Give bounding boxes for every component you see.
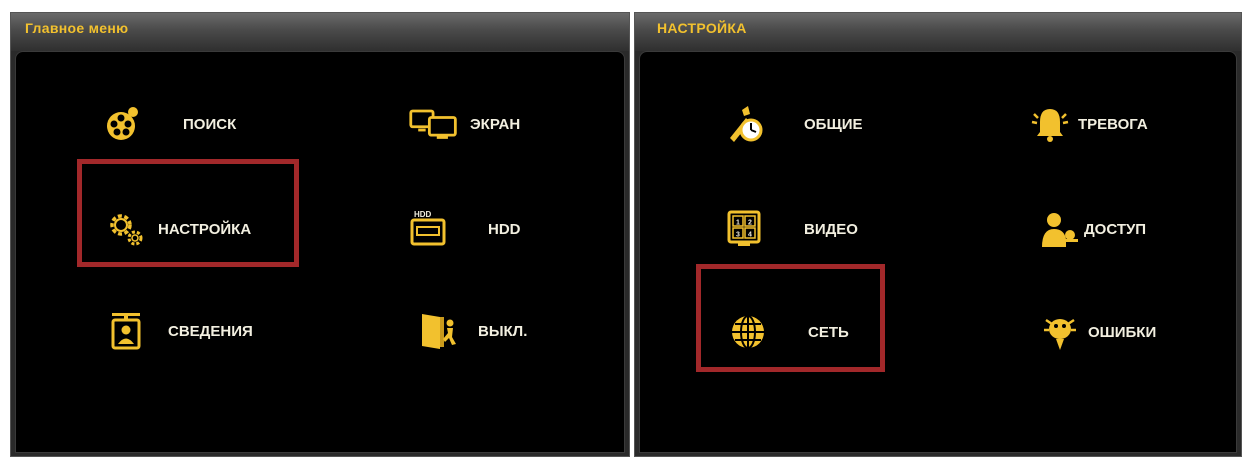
settings-item-errors[interactable]: ОШИБКИ [1038, 310, 1156, 354]
main-menu-title: Главное меню [11, 13, 629, 51]
exit-door-icon [416, 309, 460, 353]
menu-item-display[interactable]: ЭКРАН [406, 102, 520, 146]
settings-menu-content: ОБЩИЕ ТРЕВОГА 1 2 3 4 ВИДЕО ДОСТУП СЕТЬ … [639, 51, 1237, 453]
settings-item-video[interactable]: 1 2 3 4 ВИДЕО [722, 207, 858, 251]
settings-menu-title: НАСТРОЙКА [635, 13, 1241, 51]
wrench-clock-icon [722, 102, 766, 146]
menu-item-hdd[interactable]: HDD HDD [406, 207, 521, 251]
settings-item-general[interactable]: ОБЩИЕ [722, 102, 863, 146]
video-grid-cell-2: 2 [748, 220, 752, 227]
video-grid-cell-3: 3 [736, 232, 740, 239]
video-grid-cell-1: 1 [736, 220, 740, 227]
settings-item-video-label: ВИДЕО [804, 220, 858, 238]
menu-item-info[interactable]: СВЕДЕНИЯ [104, 309, 253, 353]
menu-item-display-label: ЭКРАН [470, 115, 521, 133]
video-grid-icon: 1 2 3 4 [722, 207, 766, 251]
menu-item-search[interactable]: ПОИСК [101, 102, 236, 146]
menu-item-search-label: ПОИСК [183, 115, 237, 133]
user-key-icon [1038, 207, 1082, 251]
settings-item-access[interactable]: ДОСТУП [1038, 207, 1146, 251]
hdd-icon: HDD [406, 207, 450, 251]
selection-highlight-network [696, 264, 885, 372]
monitors-icon [406, 102, 462, 146]
settings-item-alarm-label: ТРЕВОГА [1078, 115, 1148, 133]
settings-item-alarm[interactable]: ТРЕВОГА [1028, 102, 1148, 146]
svg-text:HDD: HDD [414, 210, 432, 219]
settings-item-errors-label: ОШИБКИ [1088, 323, 1157, 341]
settings-menu-panel: НАСТРОЙКА ОБЩИЕ ТРЕВОГА 1 2 3 4 ВИДЕО ДО… [634, 12, 1242, 457]
bug-icon [1038, 310, 1082, 354]
alarm-bell-icon [1028, 102, 1072, 146]
film-reel-icon [101, 102, 145, 146]
menu-item-exit-label: ВЫКЛ. [478, 322, 528, 340]
menu-item-hdd-label: HDD [488, 220, 521, 238]
selection-highlight-settings [77, 159, 299, 267]
info-card-icon [104, 309, 148, 353]
settings-item-access-label: ДОСТУП [1084, 220, 1147, 238]
video-grid-cell-4: 4 [748, 232, 752, 239]
menu-item-info-label: СВЕДЕНИЯ [168, 322, 253, 340]
menu-item-exit[interactable]: ВЫКЛ. [416, 309, 527, 353]
settings-item-general-label: ОБЩИЕ [804, 115, 863, 133]
